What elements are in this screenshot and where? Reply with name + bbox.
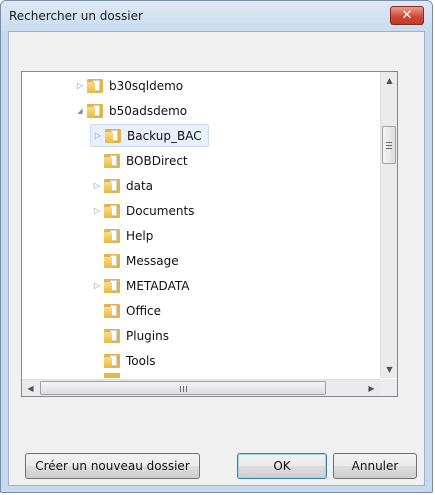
folder-tree-rows: ▷ b30sqldemo ◢ b50adsdemo ▷ Backup_BAC B…	[22, 72, 380, 378]
tree-item-data[interactable]: ▷ data	[90, 174, 153, 197]
expand-arrow-icon[interactable]: ▷	[91, 131, 105, 140]
cancel-button[interactable]: Annuler	[333, 453, 417, 479]
scroll-down-icon[interactable]: ▼	[381, 361, 398, 378]
folder-icon	[104, 253, 120, 268]
folder-icon	[104, 178, 120, 193]
tree-item-label: Documents	[126, 203, 195, 218]
tree-item-office[interactable]: Office	[90, 299, 161, 322]
scroll-right-icon[interactable]: ▶	[363, 380, 380, 397]
folder-browser-dialog: Rechercher un dossier ✕ ▷ b30sqldemo ◢ b…	[0, 0, 433, 493]
tree-item-tools[interactable]: Tools	[90, 349, 156, 372]
tree-item-b50adsdemo[interactable]: ◢ b50adsdemo	[73, 99, 187, 122]
close-button[interactable]: ✕	[390, 6, 424, 25]
tree-item-label: Help	[126, 228, 154, 243]
ok-button[interactable]: OK	[237, 453, 327, 479]
scroll-left-icon[interactable]: ◀	[22, 380, 39, 397]
tree-item-label: Message	[126, 253, 179, 268]
tree-item-b30sqldemo[interactable]: ▷ b30sqldemo	[73, 74, 183, 97]
tree-item-plugins[interactable]: Plugins	[90, 324, 169, 347]
tree-item-label: METADATA	[126, 278, 190, 293]
tree-item-label: b30sqldemo	[109, 78, 184, 93]
folder-icon	[104, 203, 120, 218]
tree-item-label: Office	[126, 303, 162, 318]
folder-icon	[104, 303, 120, 318]
expand-arrow-icon[interactable]: ▷	[90, 206, 104, 215]
folder-tree: ▷ b30sqldemo ◢ b50adsdemo ▷ Backup_BAC B…	[21, 71, 398, 397]
scroll-up-icon[interactable]: ▲	[381, 72, 398, 89]
tree-item-label: Tools	[126, 353, 156, 368]
folder-icon	[87, 78, 103, 93]
folder-icon	[105, 128, 121, 143]
tree-item-label: BOBDirect	[126, 153, 188, 168]
expand-arrow-icon[interactable]: ▷	[90, 181, 104, 190]
tree-item-backup-bac[interactable]: ▷ Backup_BAC	[90, 124, 209, 147]
collapse-arrow-icon[interactable]: ◢	[73, 107, 87, 115]
folder-icon	[104, 328, 120, 343]
title-bar[interactable]: Rechercher un dossier ✕	[1, 1, 432, 31]
folder-icon	[104, 353, 120, 368]
vertical-scrollbar[interactable]: ▲ ▼	[380, 72, 397, 378]
new-folder-button[interactable]: Créer un nouveau dossier	[25, 453, 200, 479]
expand-arrow-icon[interactable]: ▷	[90, 281, 104, 290]
vertical-scroll-thumb[interactable]	[382, 126, 396, 164]
expand-arrow-icon[interactable]: ▷	[73, 81, 87, 90]
tree-item-label: Backup_BAC	[127, 128, 202, 143]
folder-icon	[104, 278, 120, 293]
dialog-title: Rechercher un dossier	[9, 9, 143, 23]
resize-grip-icon[interactable]: ⋰	[420, 480, 428, 488]
horizontal-scroll-thumb[interactable]	[40, 381, 326, 395]
folder-icon	[104, 228, 120, 243]
horizontal-scrollbar[interactable]: ◀ ▶	[22, 379, 380, 396]
tree-item-label: data	[126, 178, 154, 193]
folder-icon	[104, 153, 120, 168]
folder-icon	[87, 103, 103, 118]
tree-item-label: Plugins	[126, 328, 169, 343]
tree-item-bobdirect[interactable]: BOBDirect	[90, 149, 188, 172]
partial-folder-icon	[104, 373, 120, 378]
tree-item-metadata[interactable]: ▷ METADATA	[90, 274, 189, 297]
scrollbar-corner	[380, 379, 397, 396]
tree-item-documents[interactable]: ▷ Documents	[90, 199, 194, 222]
tree-item-help[interactable]: Help	[90, 224, 153, 247]
tree-item-label: b50adsdemo	[109, 103, 188, 118]
tree-item-message[interactable]: Message	[90, 249, 179, 272]
